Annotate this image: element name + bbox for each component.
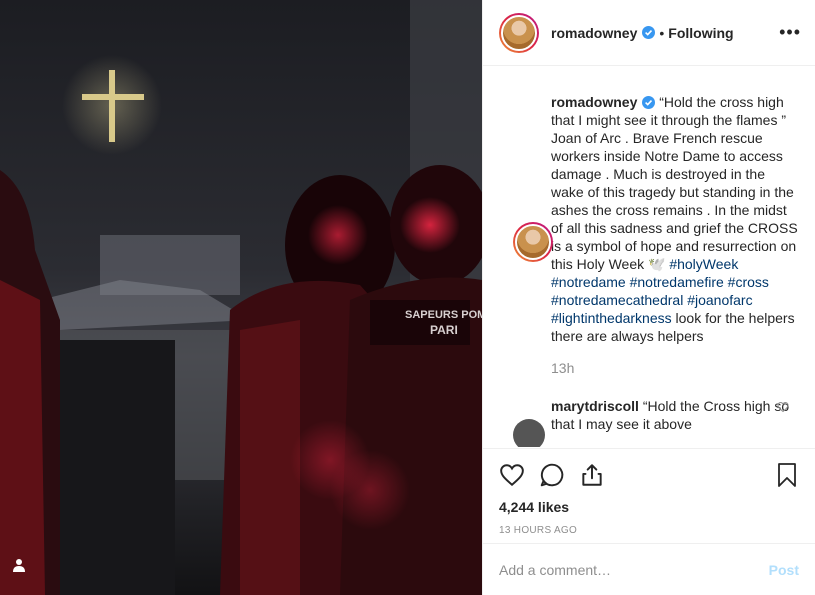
post-comment-button[interactable]: Post — [769, 562, 799, 578]
likes-count[interactable]: 4,244 likes — [499, 499, 799, 515]
caption: romadowney “Hold the cross high that I m… — [499, 67, 799, 377]
header-separator: • — [659, 24, 665, 41]
comments-list[interactable]: romadowney “Hold the cross high that I m… — [483, 67, 815, 447]
post-actions: 4,244 likes 13 HOURS AGO — [483, 448, 815, 548]
helmet-text-sapeurs: SAPEURS POM — [405, 309, 482, 321]
helmet-text-paris: PARI — [430, 323, 458, 337]
share-icon[interactable] — [579, 462, 605, 488]
hashtag-link[interactable]: #joanofarc — [687, 292, 752, 308]
post-timestamp[interactable]: 13 HOURS AGO — [499, 525, 799, 536]
hashtag-link[interactable]: #notredamefire — [630, 274, 724, 290]
author-username[interactable]: romadowney — [551, 25, 637, 41]
caption-body: romadowney “Hold the cross high that I m… — [551, 93, 799, 345]
caption-text-segment — [738, 256, 742, 272]
commenter-avatar[interactable] — [513, 419, 545, 447]
hashtag-link[interactable]: #holyWeek — [669, 256, 738, 272]
comment-input[interactable] — [499, 561, 769, 578]
comment-bubble-icon[interactable] — [539, 462, 565, 488]
action-icons — [499, 459, 799, 491]
comment-item: marytdriscoll “Hold the Cross high so th… — [499, 397, 799, 447]
hashtag-link[interactable]: #lightinthedarkness — [551, 310, 672, 326]
caption-text-segment — [753, 292, 757, 308]
following-button[interactable]: Following — [668, 25, 733, 41]
hashtag-link[interactable]: #cross — [728, 274, 769, 290]
hashtag-link[interactable]: #notredamecathedral — [551, 292, 683, 308]
like-comment-heart-icon[interactable] — [777, 401, 789, 413]
verified-badge-icon — [642, 26, 656, 39]
tagged-users-button[interactable] — [12, 558, 42, 588]
caption-text-segment — [769, 274, 773, 290]
comment-author[interactable]: marytdriscoll — [551, 398, 639, 414]
post-photo[interactable]: SAPEURS POM PARI — [0, 0, 482, 595]
user-icon — [13, 559, 25, 572]
caption-author[interactable]: romadowney — [551, 94, 637, 110]
author-avatar[interactable] — [499, 12, 539, 53]
caption-author-avatar[interactable] — [513, 222, 553, 262]
more-options-icon[interactable]: ••• — [779, 23, 801, 41]
caption-text: “Hold the cross high that I might see it… — [551, 94, 802, 344]
like-heart-icon[interactable] — [499, 462, 525, 488]
bookmark-icon[interactable] — [775, 462, 799, 488]
verified-badge-icon — [642, 96, 656, 109]
post-image-firefighters: SAPEURS POM PARI — [0, 0, 482, 595]
post-header: romadowney • Following ••• — [483, 0, 815, 66]
hashtag-link[interactable]: #notredame — [551, 274, 626, 290]
caption-text-segment: “Hold the cross high that I might see it… — [551, 94, 802, 272]
caption-time[interactable]: 13h — [551, 359, 799, 377]
post-side-panel: romadowney • Following ••• romadowney “H… — [482, 0, 815, 595]
add-comment-bar: Post — [483, 543, 815, 595]
